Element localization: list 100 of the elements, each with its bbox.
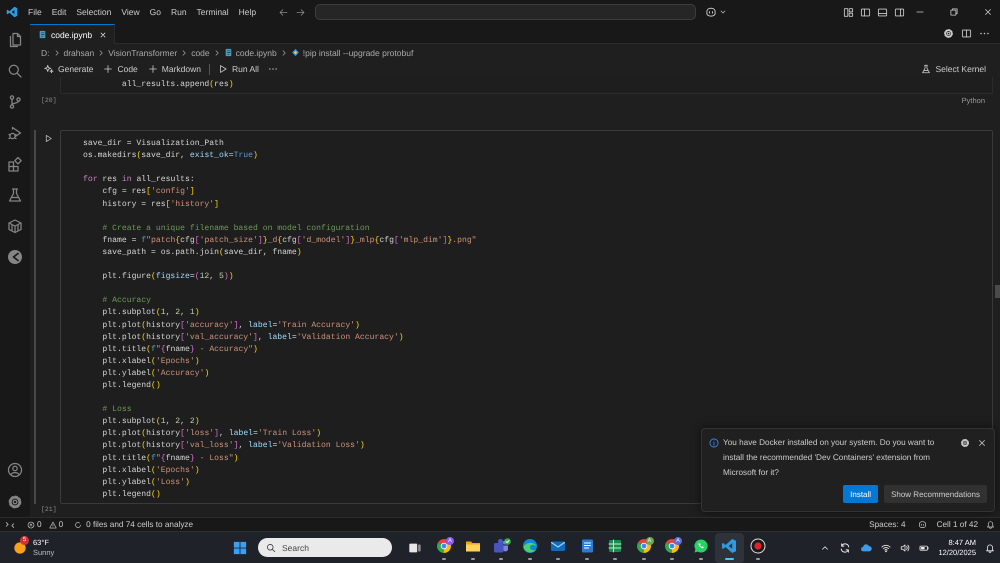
analysis-status: 0 files and 74 cells to analyze [86, 520, 194, 529]
chevron-disc-icon[interactable] [7, 248, 23, 264]
menu-item[interactable]: Edit [46, 4, 72, 20]
code-line: cfg = res['config'] [101, 186, 195, 198]
close-icon[interactable] [983, 7, 993, 17]
menu-item[interactable]: Help [234, 4, 262, 20]
error-count[interactable]: 0 [37, 520, 42, 529]
account-icon[interactable] [7, 462, 23, 478]
panel-icon[interactable] [877, 6, 888, 18]
run-all-button[interactable]: Run All [213, 61, 264, 77]
taskbar-button[interactable] [715, 532, 744, 562]
select-kernel-button[interactable]: Select Kernel [916, 61, 991, 77]
add-cell-button[interactable]: Code [98, 61, 143, 77]
diamond-icon [290, 48, 300, 57]
chat-bubble-icon [692, 538, 709, 554]
code-line: plt.plot(history['loss'], label='Train Loss') [101, 428, 322, 440]
close-icon[interactable] [977, 438, 987, 448]
code-cell-editor[interactable] [60, 130, 993, 504]
flask-icon[interactable] [7, 186, 23, 202]
gear-icon[interactable] [960, 438, 970, 448]
cloud-icon[interactable] [860, 542, 872, 554]
people-icon [493, 538, 510, 554]
sync-icon[interactable] [839, 542, 852, 554]
plus-icon [148, 64, 158, 74]
spreadsheet-icon [607, 538, 624, 554]
breadcrumb-item[interactable]: code.ipynb [236, 48, 277, 58]
breadcrumb-item[interactable]: !pip install --upgrade protobuf [302, 48, 414, 58]
cell-position-status[interactable]: Cell 1 of 42 [936, 520, 978, 529]
back-arrow-icon[interactable] [278, 6, 290, 18]
code-line: plt.ylabel('Accuracy') [101, 368, 210, 380]
indentation-status[interactable]: Spaces: 4 [869, 520, 906, 529]
run-debug-icon[interactable] [7, 124, 23, 140]
code-line: # Loss [101, 404, 132, 416]
menu-item[interactable]: Selection [71, 4, 116, 20]
check-badge-icon [504, 538, 511, 544]
chevron-right-icon [97, 48, 106, 56]
forward-arrow-icon[interactable] [295, 6, 306, 18]
code-line: plt.plot(history['val_accuracy'], label='Validation Accuracy') [101, 332, 404, 344]
add-cell-button[interactable]: Markdown [142, 61, 206, 77]
code-line: all_results.append(res) [120, 79, 234, 91]
right-sidebar-icon[interactable] [894, 6, 905, 18]
files-icon[interactable] [7, 32, 23, 48]
start-icon[interactable] [233, 540, 247, 554]
restore-icon[interactable] [949, 7, 959, 17]
bell-icon[interactable] [986, 520, 995, 529]
speaker-icon[interactable] [900, 542, 910, 552]
source-control-icon[interactable] [7, 94, 23, 110]
breadcrumb-item[interactable]: code [191, 48, 210, 58]
menu-item[interactable]: File [23, 4, 47, 20]
warning-count[interactable]: 0 [58, 520, 64, 529]
plus-icon [103, 64, 114, 74]
chevron-down-icon[interactable] [719, 8, 728, 16]
split-editor-icon[interactable] [961, 28, 972, 39]
breadcrumb-item[interactable]: VisionTransformer [108, 48, 178, 58]
code-line: plt.title(f"{fname} - Accuracy") [101, 344, 258, 356]
code-line: plt.legend() [101, 488, 161, 501]
search-icon [266, 542, 276, 552]
robot-face-icon[interactable] [918, 520, 927, 529]
ribbon-logo-icon [721, 538, 738, 554]
notification-message: You have Docker installed on your system. Do you want to install the recommended 'Dev Containers' extension from Microsoft for it? [723, 437, 936, 479]
search-field[interactable]: Search [258, 538, 392, 557]
search-icon[interactable] [7, 62, 23, 78]
generate-button[interactable]: Generate [39, 61, 98, 77]
flask-icon [921, 64, 932, 74]
layout-icon[interactable] [843, 6, 854, 18]
menu-item[interactable]: Run [166, 4, 192, 20]
wifi-icon[interactable] [881, 542, 892, 552]
breadcrumb-item[interactable]: drahsan [64, 48, 94, 58]
settings-icon[interactable] [7, 494, 23, 510]
battery-icon[interactable] [919, 542, 930, 552]
menu-item[interactable]: Terminal [192, 4, 234, 20]
play-icon[interactable] [44, 134, 53, 144]
box-icon[interactable] [7, 218, 23, 234]
gear-icon[interactable] [943, 28, 954, 39]
left-sidebar-icon[interactable] [860, 6, 871, 18]
remote-icon[interactable] [5, 520, 15, 530]
code-line: plt.xlabel('Epochs') [101, 356, 200, 368]
close-icon[interactable] [99, 30, 107, 38]
info-icon [709, 438, 719, 448]
notification-button[interactable]: Show Recommendations [884, 485, 987, 503]
extensions-icon[interactable] [7, 156, 23, 172]
notebook-file-icon [224, 48, 233, 57]
code-line: plt.ylabel('Loss') [101, 476, 190, 489]
code-line: plt.subplot(1, 2, 1) [101, 307, 200, 320]
robot-face-icon[interactable] [705, 6, 718, 18]
menu-item[interactable]: View [116, 4, 145, 20]
breadcrumb-item[interactable]: D: [41, 48, 50, 58]
code-line: history = res['history'] [101, 198, 220, 211]
notification-button[interactable]: Install [843, 485, 878, 503]
command-center-field[interactable] [315, 4, 696, 20]
sun-icon [13, 540, 27, 554]
editor-tab[interactable]: code.ipynb [30, 24, 115, 44]
scrollbar-thumb[interactable] [995, 285, 1000, 298]
code-cell-editor[interactable]: all_results.append(res) [60, 77, 993, 94]
code-line: plt.legend() [101, 380, 161, 392]
warning-icon [48, 520, 57, 528]
chevron-right-icon [280, 48, 288, 56]
task-view-icon[interactable] [408, 540, 422, 554]
record-icon [750, 538, 766, 554]
menu-item[interactable]: Go [144, 4, 166, 20]
